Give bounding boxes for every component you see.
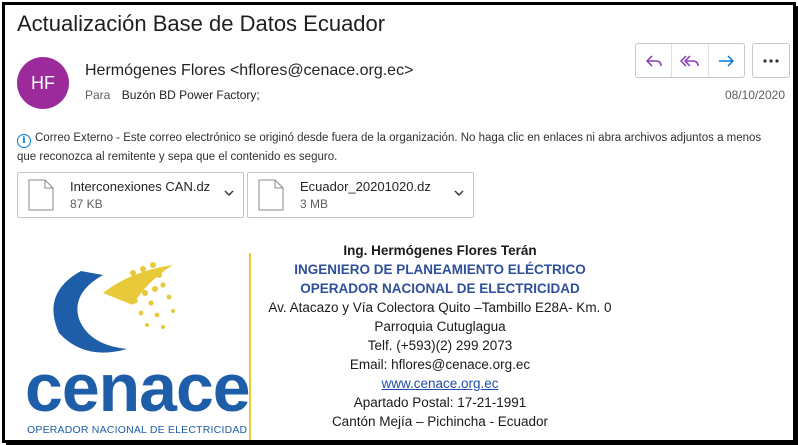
reply-icon bbox=[645, 54, 662, 67]
attachment-size: 3 MB bbox=[300, 197, 329, 211]
email-date: 08/10/2020 bbox=[724, 88, 785, 102]
signature-divider bbox=[249, 253, 251, 440]
email-reading-pane: Actualización Base de Datos Ecuador HF H… bbox=[2, 2, 796, 443]
sig-website-link[interactable]: www.cenace.org.ec bbox=[255, 374, 625, 393]
sig-organization: OPERADOR NACIONAL DE ELECTRICIDAD bbox=[300, 281, 580, 296]
reply-button[interactable] bbox=[636, 44, 673, 77]
reply-actions-group bbox=[635, 43, 745, 78]
sig-canton: Cantón Mejía – Pichincha - Ecuador bbox=[331, 414, 549, 429]
attachment-item[interactable]: Interconexiones CAN.dz 87 KB bbox=[17, 172, 244, 218]
email-subject: Actualización Base de Datos Ecuador bbox=[17, 11, 386, 36]
to-recipient[interactable]: Buzón BD Power Factory; bbox=[122, 88, 260, 102]
attachment-item[interactable]: Ecuador_20201020.dz 3 MB bbox=[247, 172, 474, 218]
sig-name: Ing. Hermógenes Flores Terán bbox=[343, 243, 537, 258]
forward-button[interactable] bbox=[709, 44, 744, 77]
reply-all-button[interactable] bbox=[672, 44, 709, 77]
sender-name[interactable]: Hermógenes Flores <hflores@cenace.org.ec… bbox=[85, 62, 413, 80]
to-label: Para bbox=[85, 88, 111, 102]
file-icon bbox=[28, 179, 54, 211]
external-email-notice: i Correo Externo - Este correo electrónic… bbox=[17, 129, 777, 166]
attachment-size: 87 KB bbox=[70, 197, 103, 211]
logo-wordmark: cenace bbox=[25, 350, 251, 426]
sig-parish: Parroquia Cutuglagua bbox=[374, 319, 506, 334]
more-actions-button[interactable] bbox=[752, 43, 790, 78]
logo-swoosh-graphic bbox=[53, 262, 175, 353]
info-icon: i bbox=[17, 134, 31, 148]
sig-po-box: Apartado Postal: 17-21-1991 bbox=[353, 395, 527, 410]
recipients-row: Para Buzón BD Power Factory; bbox=[85, 88, 260, 102]
signature-text: Ing. Hermógenes Flores Terán INGENIERO D… bbox=[255, 241, 625, 431]
sig-email: Email: hflores@cenace.org.ec bbox=[349, 357, 531, 372]
forward-icon bbox=[719, 54, 735, 67]
avatar[interactable]: HF bbox=[17, 57, 69, 109]
external-notice-text: Correo Externo - Este correo electrónico… bbox=[17, 132, 762, 163]
file-icon bbox=[258, 179, 284, 211]
logo-subtitle: OPERADOR NACIONAL DE ELECTRICIDAD bbox=[27, 424, 248, 436]
chevron-down-icon[interactable] bbox=[223, 187, 235, 199]
sig-phone: Telf. (+593)(2) 299 2073 bbox=[367, 338, 513, 353]
sig-role-title: INGENIERO DE PLANEAMIENTO ELÉCTRICO bbox=[294, 262, 586, 277]
reply-all-icon bbox=[680, 54, 699, 67]
chevron-down-icon[interactable] bbox=[453, 187, 465, 199]
cenace-logo: cenace OPERADOR NACIONAL DE ELECTRICIDAD bbox=[23, 253, 251, 436]
attachment-name: Ecuador_20201020.dz bbox=[300, 179, 431, 194]
attachment-name: Interconexiones CAN.dz bbox=[70, 179, 211, 194]
more-icon bbox=[763, 58, 779, 63]
email-signature: cenace OPERADOR NACIONAL DE ELECTRICIDAD… bbox=[5, 233, 793, 440]
sig-address: Av. Atacazo y Vía Colectora Quito –Tambi… bbox=[268, 300, 612, 315]
avatar-initials: HF bbox=[31, 72, 55, 93]
